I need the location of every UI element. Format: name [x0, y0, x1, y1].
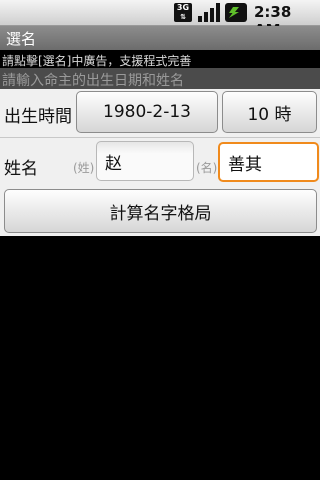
status-bar: 3G ⇅ 2:38 AM: [0, 0, 320, 39]
prompt-bar: 請輸入命主的出生日期和姓名: [0, 68, 320, 89]
surname-hint: (姓): [73, 161, 95, 175]
calculate-button[interactable]: 計算名字格局: [4, 189, 317, 233]
surname-input[interactable]: 赵: [96, 141, 194, 181]
birth-date-button[interactable]: 1980-2-13: [76, 91, 218, 133]
birth-hour-button[interactable]: 10 時: [222, 91, 317, 133]
given-name-hint: (名): [196, 161, 218, 175]
battery-charging-icon: [225, 3, 247, 22]
ad-banner[interactable]: 請點擊[選名]中廣告，支援程式完善: [0, 50, 320, 68]
network-type-label: 3G: [176, 3, 190, 12]
ad-text: 請點擊[選名]中廣告，支援程式完善: [2, 54, 192, 68]
app-title: 選名: [6, 30, 37, 48]
birth-time-label: 出生時間: [4, 107, 72, 127]
row-divider: [0, 137, 320, 138]
name-label: 姓名: [4, 159, 38, 179]
prompt-text: 請輸入命主的出生日期和姓名: [2, 73, 184, 89]
form-panel: 出生時間 1980-2-13 10 時 姓名 (姓) 赵 (名) 善其 計算名字…: [0, 89, 320, 236]
signal-icon: [198, 3, 220, 22]
given-name-input[interactable]: 善其: [218, 142, 319, 182]
3g-icon: 3G ⇅: [174, 3, 192, 22]
title-bar: 選名: [0, 26, 320, 50]
